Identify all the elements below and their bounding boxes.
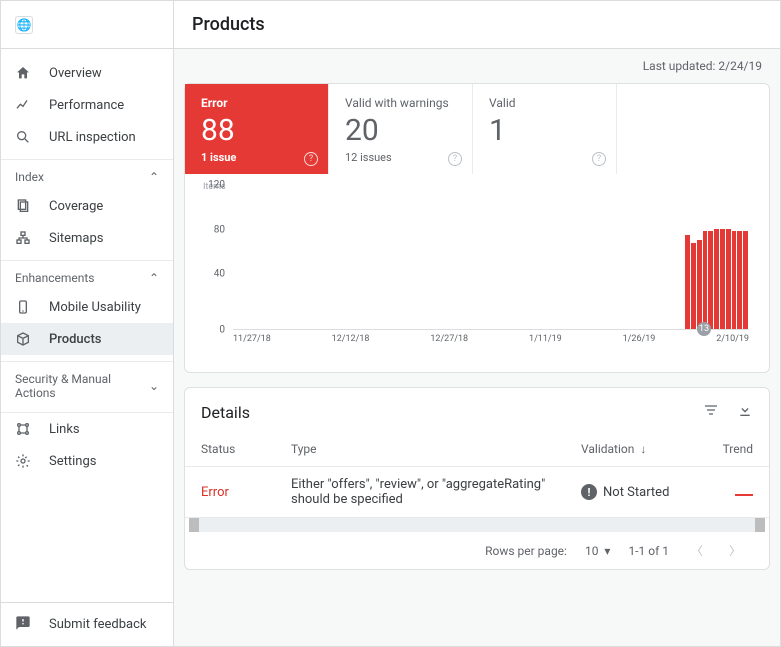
submit-feedback[interactable]: Submit feedback [1,602,173,646]
section-index[interactable]: Index⌃ [1,159,173,190]
sidebar-item-coverage[interactable]: Coverage [1,190,173,222]
page-range: 1-1 of 1 [628,544,669,558]
trend-icon [15,97,35,113]
row-type: Either "offers", "review", or "aggregate… [291,477,581,507]
table-row[interactable]: ErrorEither "offers", "review", or "aggr… [185,467,769,518]
col-validation[interactable]: Validation ↓ [581,442,721,456]
horizontal-scrollbar[interactable] [189,518,765,532]
chevron-up-icon: ⌃ [149,170,159,184]
chevron-down-icon: ⌄ [149,379,159,393]
home-icon [15,65,35,81]
search-icon [15,129,35,145]
chart-bar [720,229,725,329]
mobile-icon [15,299,35,315]
sidebar-item-label: Coverage [49,199,103,214]
globe-icon: 🌐 [15,16,33,34]
sidebar-item-sitemaps[interactable]: Sitemaps [1,222,173,254]
chart-plot[interactable] [233,196,749,330]
sidebar-item-label: Products [49,332,101,347]
sidebar-item-label: Mobile Usability [49,300,141,315]
alert-icon: ! [581,484,597,500]
row-trend [721,485,753,500]
details-title: Details [201,403,250,422]
download-icon[interactable] [737,402,753,422]
sidebar-item-performance[interactable]: Performance [1,89,173,121]
info-icon[interactable]: ? [592,152,606,166]
rows-per-page-label: Rows per page: [485,544,567,558]
sidebar-item-mobile-usability[interactable]: Mobile Usability [1,291,173,323]
nav: Overview Performance URL inspection Index⌃… [1,49,173,602]
details-card: Details Status Type [184,387,770,570]
sidebar-item-products[interactable]: Products [1,323,173,355]
table-pager: Rows per page: 10 ▾ 1-1 of 1 〈 〉 [185,532,769,569]
links-icon [15,421,35,437]
prev-page-button[interactable]: 〈 [687,542,707,559]
sidebar-item-links[interactable]: Links [1,413,173,445]
rows-per-page-select[interactable]: 10 ▾ [585,544,610,558]
chart-bar [708,231,713,329]
sidebar: 🌐 Overview Performance URL inspection Inde… [1,1,174,646]
sidebar-item-label: Sitemaps [49,231,104,246]
stat-error[interactable]: Error881 issue? [185,84,329,174]
sidebar-item-overview[interactable]: Overview [1,57,173,89]
chart-bar [714,229,719,329]
summary-card: Error881 issue?Valid with warnings2012 i… [184,83,770,373]
main: Products Last updated: 2/24/19 Error881 … [174,1,780,646]
sort-down-icon: ↓ [640,442,646,456]
section-security-manual-actions[interactable]: Security & Manual Actions⌄ [1,361,173,406]
sidebar-item-label: Overview [49,66,102,81]
chart-bar [703,231,708,329]
sidebar-item-label: URL inspection [49,130,136,145]
feedback-icon [15,615,35,635]
chart-bar [697,240,702,329]
chart-bar [743,231,748,329]
last-updated: Last updated: 2/24/19 [174,49,780,83]
info-icon[interactable]: ? [304,152,318,166]
col-trend[interactable]: Trend [721,442,753,456]
chart-bar [726,229,731,329]
details-table: Status Type Validation ↓ Trend ErrorEith… [185,432,769,518]
sidebar-item-label: Links [49,422,80,437]
chevron-up-icon: ⌃ [149,271,159,285]
chart-bar [732,231,737,329]
stat-valid[interactable]: Valid1? [473,84,617,174]
sidebar-item-label: Performance [49,98,124,113]
next-page-button[interactable]: 〉 [725,542,745,559]
stat-warn[interactable]: Valid with warnings2012 issues? [329,84,473,174]
property-selector[interactable]: 🌐 [1,1,173,49]
col-type[interactable]: Type [291,442,581,456]
filter-icon[interactable] [703,402,719,422]
chart-bar [691,243,696,329]
sidebar-item-url-inspection[interactable]: URL inspection [1,121,173,153]
section-enhancements[interactable]: Enhancements⌃ [1,260,173,291]
page-title: Products [174,1,780,49]
info-icon[interactable]: ? [448,152,462,166]
row-validation: !Not Started [581,484,721,500]
chart-bar [737,231,742,329]
feedback-label: Submit feedback [49,617,146,632]
sidebar-item-settings[interactable]: Settings [1,445,173,477]
chart-bar [685,235,690,329]
sidebar-item-label: Settings [49,454,96,469]
coverage-icon [15,198,35,214]
sitemap-icon [15,230,35,246]
col-status[interactable]: Status [201,442,291,456]
settings-icon [15,453,35,469]
chart: Items 04080120 13 11/27/1812/12/1812/27/… [185,174,769,372]
product-icon [15,331,35,347]
row-status: Error [201,485,291,500]
